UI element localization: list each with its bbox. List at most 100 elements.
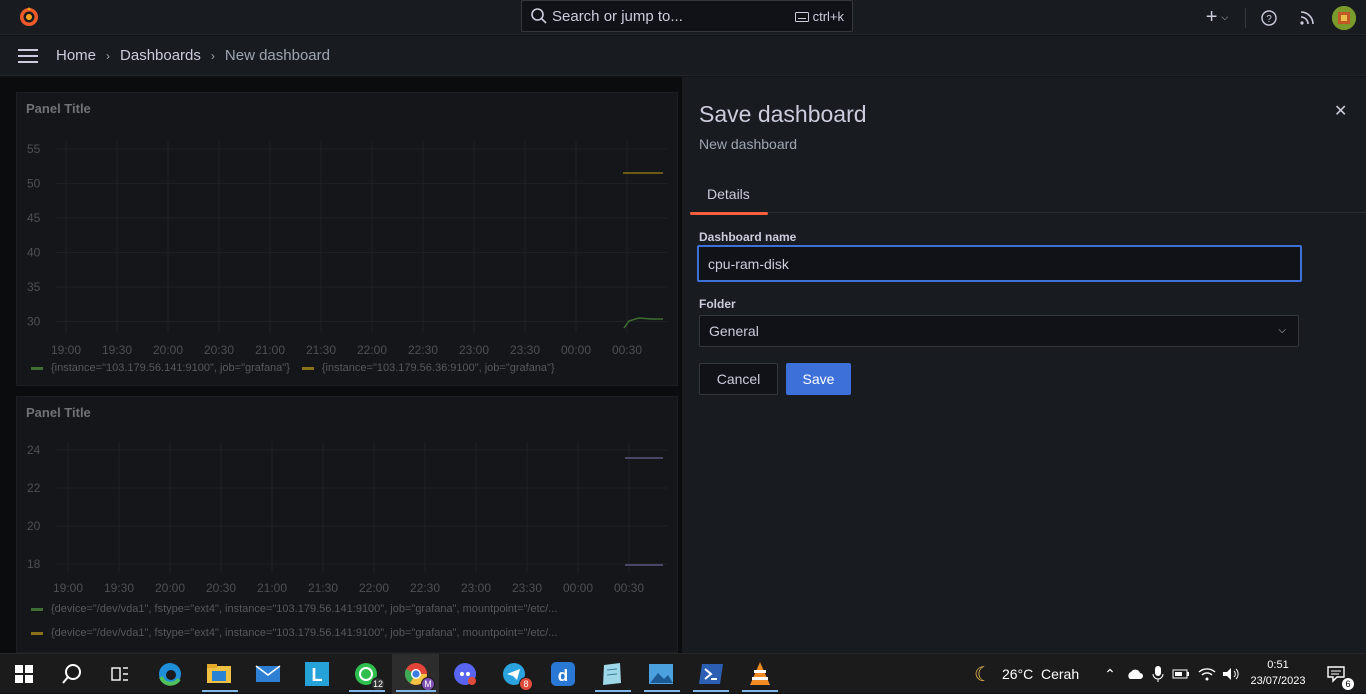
x-tick-label: 19:00 (53, 581, 83, 595)
onedrive-icon[interactable] (1126, 668, 1144, 680)
series-line-green (623, 317, 663, 329)
x-tick-label: 20:30 (206, 581, 236, 595)
x-tick-label: 21:00 (255, 343, 285, 357)
news-button[interactable] (1288, 0, 1326, 35)
save-button[interactable]: Save (786, 363, 851, 395)
volume-icon[interactable] (1222, 667, 1240, 681)
y-tick-label: 30 (27, 315, 41, 329)
x-tick-label: 21:30 (306, 343, 336, 357)
active-app-indicator (595, 690, 631, 692)
discord-icon[interactable] (451, 660, 479, 688)
breadcrumb-home[interactable]: Home (56, 47, 96, 64)
notification-center-icon[interactable]: 6 (1322, 660, 1355, 691)
file-explorer-icon[interactable] (205, 660, 233, 688)
vlc-icon[interactable] (746, 660, 774, 688)
keyboard-icon (794, 11, 809, 22)
panel-1-legend: {instance="103.179.56.141:9100", job="gr… (31, 362, 567, 374)
edge-icon[interactable] (156, 660, 184, 688)
active-app-indicator (693, 690, 729, 692)
legend-item[interactable]: {device="/dev/vda1", fstype="ext4", inst… (31, 627, 557, 639)
x-tick-label: 21:30 (308, 581, 338, 595)
x-tick-label: 00:00 (563, 581, 593, 595)
breadcrumb-dashboards[interactable]: Dashboards (120, 47, 201, 64)
tiktok-icon[interactable]: d (549, 660, 577, 688)
x-tick-label: 21:00 (257, 581, 287, 595)
folder-select[interactable]: General ⌵ (699, 315, 1299, 347)
chevron-up-icon[interactable]: ⌃ (1102, 666, 1118, 683)
drawer-tabs: Details (690, 183, 1366, 215)
chrome-icon[interactable]: M (402, 660, 435, 691)
active-tab-indicator (690, 212, 768, 215)
y-tick-label: 18 (27, 557, 41, 571)
search-placeholder: Search or jump to... (552, 7, 683, 25)
wifi-icon[interactable] (1198, 667, 1216, 681)
powershell-icon[interactable] (697, 660, 725, 688)
cancel-button[interactable]: Cancel (699, 363, 778, 395)
tab-details[interactable]: Details (690, 183, 768, 215)
task-view-icon[interactable] (106, 660, 134, 688)
active-app-indicator (349, 690, 385, 692)
x-tick-label: 22:00 (359, 581, 389, 595)
moon-icon: ☾ (974, 663, 992, 686)
rss-icon (1300, 10, 1314, 25)
weather-widget[interactable]: ☾ 26°C Cerah (974, 654, 1079, 694)
search-shortcut: ctrl+k (794, 9, 844, 24)
x-tick-label: 23:30 (512, 581, 542, 595)
photos-icon[interactable] (647, 660, 675, 688)
microphone-icon[interactable] (1152, 666, 1164, 682)
drawer-subtitle: New dashboard (699, 136, 798, 152)
x-tick-label: 00:30 (614, 581, 644, 595)
battery-icon[interactable] (1172, 668, 1190, 680)
dashboard-name-input[interactable]: cpu-ram-disk (697, 245, 1302, 282)
notification-badge: 6 (1341, 677, 1355, 691)
whatsapp-icon[interactable]: 12 (352, 660, 385, 691)
x-tick-label: 22:30 (408, 343, 438, 357)
svg-text:d: d (558, 666, 568, 685)
chevron-right-icon: › (106, 48, 111, 63)
active-app-indicator (202, 690, 238, 692)
add-button[interactable]: + ⌵ (1193, 0, 1241, 35)
telegram-badge: 8 (519, 677, 533, 691)
panel-1-chart: 55 50 45 40 35 30 19:00 19:30 20:00 20:30 21:00 21:… (27, 141, 667, 357)
x-tick-label: 23:30 (510, 343, 540, 357)
panel-2-legend-row: {device="/dev/vda1", fstype="ext4", inst… (31, 627, 569, 639)
chevron-down-icon: ⌵ (1221, 12, 1229, 22)
x-tick-label: 00:00 (561, 343, 591, 357)
panel-1[interactable]: Panel Title 55 50 45 40 35 30 19:00 19:30 20:00 2… (16, 92, 678, 386)
panel-2[interactable]: Panel Title 24 22 20 18 19:00 19:30 20:00 20:30… (16, 396, 678, 653)
active-app-indicator (742, 690, 778, 692)
legend-item[interactable]: {instance="103.179.56.141:9100", job="gr… (31, 362, 290, 374)
grafana-logo-icon[interactable] (17, 5, 41, 29)
panel-2-chart: 24 22 20 18 19:00 19:30 20:00 20:30 21:00 21:30 22… (27, 442, 667, 595)
active-app-indicator (644, 690, 680, 692)
legend-item[interactable]: {instance="103.179.56.36:9100", job="gra… (301, 362, 555, 374)
search-icon[interactable] (58, 660, 86, 688)
x-tick-label: 20:30 (204, 343, 234, 357)
close-icon[interactable]: ✕ (1334, 101, 1347, 121)
chrome-profile-badge: M (421, 677, 435, 691)
windows-start-icon[interactable] (10, 660, 38, 688)
weather-text: 26°C Cerah (1001, 666, 1080, 682)
app-l-icon[interactable]: L (303, 660, 331, 688)
search-icon (531, 8, 547, 24)
mail-icon[interactable] (254, 660, 282, 688)
telegram-icon[interactable]: 8 (500, 660, 533, 691)
svg-text:L: L (312, 665, 323, 685)
y-tick-label: 22 (27, 481, 41, 495)
breadcrumb-current: New dashboard (224, 47, 330, 64)
clock[interactable]: 0:51 23/07/2023 (1245, 657, 1311, 689)
search-input[interactable]: Search or jump to... ctrl+k (521, 0, 853, 32)
x-tick-label: 22:00 (357, 343, 387, 357)
x-tick-label: 22:30 (410, 581, 440, 595)
help-button[interactable]: ? (1250, 0, 1288, 35)
system-tray: ⌃ (1102, 654, 1240, 694)
x-tick-label: 20:00 (153, 343, 183, 357)
y-tick-label: 20 (27, 519, 41, 533)
legend-item[interactable]: {device="/dev/vda1", fstype="ext4", inst… (31, 603, 557, 615)
clock-date: 23/07/2023 (1250, 675, 1306, 687)
x-tick-label: 19:30 (104, 581, 134, 595)
menu-icon[interactable] (18, 48, 38, 63)
breadcrumb: Home › Dashboards › New dashboard (56, 47, 330, 64)
avatar[interactable] (1332, 5, 1356, 30)
notes-app-icon[interactable] (598, 660, 626, 688)
